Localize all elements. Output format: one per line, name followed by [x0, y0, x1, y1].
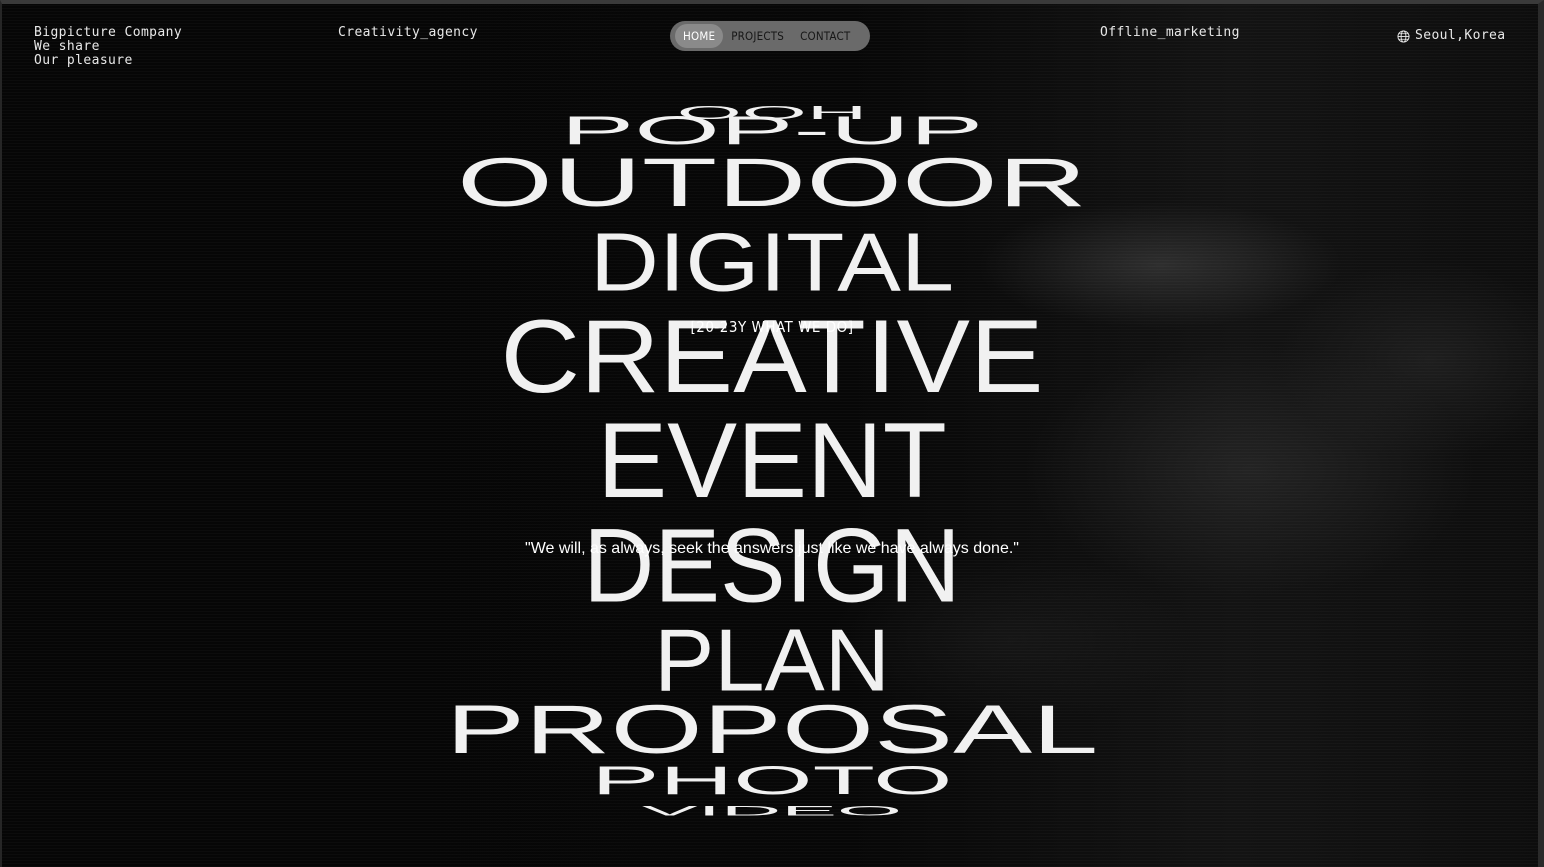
services-word-cylinder: OOH POP-UP OUTDOOR DIGITAL CREATIVE EVEN… — [0, 0, 1544, 867]
service-word-video: VIDEO — [641, 803, 903, 819]
service-word-proposal: PROPOSAL — [445, 690, 1099, 768]
service-word-outdoor: OUTDOOR — [457, 143, 1087, 221]
service-word-digital: DIGITAL — [590, 217, 954, 309]
service-word-photo: PHOTO — [591, 758, 953, 803]
service-word-design: DESIGN — [583, 506, 961, 624]
service-word-event: EVENT — [597, 400, 947, 520]
agency-quote: "We will, as always, seek the answers ju… — [525, 540, 1019, 557]
section-label: [20-23Y WHAT WE DO] — [690, 318, 854, 336]
